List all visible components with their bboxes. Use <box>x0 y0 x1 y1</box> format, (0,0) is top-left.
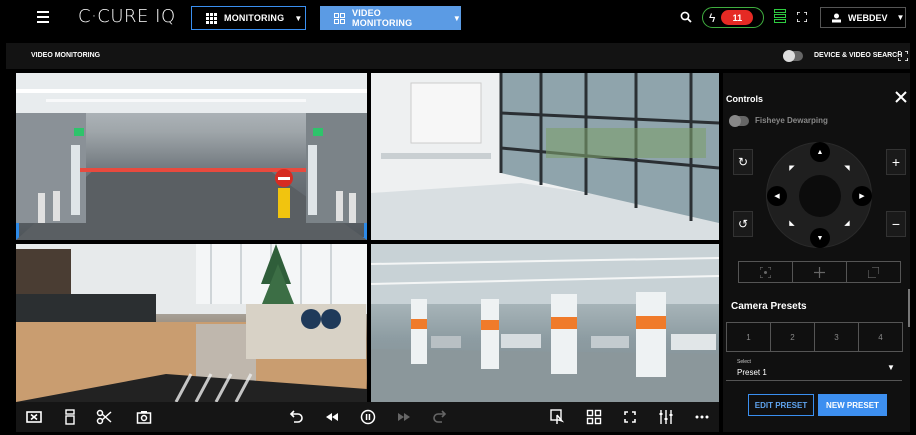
minus-icon: − <box>891 216 901 232</box>
grid-icon <box>206 12 217 24</box>
rotate-ccw-button[interactable]: ↺ <box>733 211 753 237</box>
export-button[interactable] <box>847 262 900 282</box>
glass-lobby-scene <box>371 73 719 240</box>
search-icon[interactable] <box>680 11 692 23</box>
video-monitoring-nav-button[interactable]: VIDEO MONITORING ▼ <box>320 6 461 30</box>
preset-button-1[interactable]: 1 <box>726 322 771 352</box>
preset-button-2[interactable]: 2 <box>770 322 815 352</box>
adjust-icon[interactable] <box>658 409 674 425</box>
monitoring-nav-label: MONITORING <box>224 13 285 23</box>
pan-down-right-icon[interactable]: ◢ <box>839 215 855 231</box>
move-button[interactable] <box>793 262 847 282</box>
device-search-label: DEVICE & VIDEO SEARCH <box>814 52 903 59</box>
parking-entrance-scene <box>16 73 367 240</box>
new-preset-button[interactable]: NEW PRESET <box>818 394 887 416</box>
redo-icon[interactable] <box>432 409 448 425</box>
layout-grid-icon[interactable] <box>586 409 602 425</box>
user-name: WEBDEV <box>848 12 888 23</box>
presets-title: Camera Presets <box>731 301 807 312</box>
focus-icon <box>760 266 771 278</box>
more-icon[interactable] <box>694 409 710 425</box>
rotate-cw-button[interactable]: ↻ <box>733 149 753 175</box>
chevron-down-icon: ▼ <box>896 13 905 22</box>
panel-scrollbar[interactable] <box>908 289 910 327</box>
preset-button-4[interactable]: 4 <box>858 322 903 352</box>
pan-up-right-icon[interactable]: ◥ <box>839 160 855 176</box>
close-icon[interactable] <box>895 91 907 103</box>
chevron-down-icon: ▼ <box>887 363 895 372</box>
video-tile-4[interactable] <box>371 244 719 402</box>
rotate-ccw-icon: ↺ <box>737 217 749 231</box>
edit-preset-button[interactable]: EDIT PRESET <box>748 394 814 416</box>
close-stream-icon[interactable] <box>26 409 42 425</box>
preset-button-3[interactable]: 3 <box>814 322 859 352</box>
pan-right-icon[interactable]: ▶ <box>852 186 872 206</box>
pan-left-icon[interactable]: ◀ <box>767 186 787 206</box>
touch-icon[interactable] <box>550 409 566 425</box>
user-icon <box>832 13 841 22</box>
video-tile-1[interactable] <box>16 73 367 240</box>
hamburger-icon[interactable] <box>37 11 49 23</box>
controls-panel: Controls Fisheye Dewarping ↻ ↺ + − ▲ ▼ ◀… <box>723 73 910 432</box>
pan-down-left-icon[interactable]: ◣ <box>784 215 800 231</box>
preset-buttons: 1 2 3 4 <box>726 322 903 352</box>
device-search-toggle[interactable] <box>783 50 803 62</box>
rewind-icon[interactable] <box>324 409 340 425</box>
snapshot-icon[interactable] <box>136 409 152 425</box>
preset-select-value: Preset 1 <box>737 368 767 377</box>
video-toolbar <box>16 402 719 432</box>
alarm-counter[interactable]: ϟ 11 <box>702 7 764 28</box>
pan-down-icon[interactable]: ▼ <box>810 228 830 248</box>
cut-icon[interactable] <box>96 409 112 425</box>
fullscreen-icon[interactable] <box>622 409 638 425</box>
alarm-count-badge: 11 <box>721 10 754 25</box>
zoom-in-button[interactable]: + <box>886 149 906 175</box>
pan-up-left-icon[interactable]: ◤ <box>784 160 800 176</box>
fisheye-toggle[interactable] <box>729 115 749 127</box>
plus-icon: + <box>891 154 901 170</box>
focus-button[interactable] <box>739 262 793 282</box>
fast-forward-icon[interactable] <box>396 409 412 425</box>
camera-device-icon[interactable] <box>62 409 78 425</box>
video-tile-3[interactable] <box>16 244 367 402</box>
expand-icon[interactable] <box>898 51 908 61</box>
rotate-cw-icon: ↻ <box>737 155 749 169</box>
preset-select-label: Select <box>737 359 751 365</box>
video-tile-2[interactable] <box>371 73 719 240</box>
controls-title: Controls <box>726 94 763 104</box>
page-title: VIDEO MONITORING <box>31 52 101 59</box>
user-menu[interactable]: WEBDEV ▼ <box>820 7 906 28</box>
pause-icon[interactable] <box>360 409 376 425</box>
undo-icon[interactable] <box>288 409 304 425</box>
top-bar: C·CURE IQ MONITORING ▼ VIDEO MONITORING … <box>0 0 916 34</box>
move-icon <box>814 266 825 278</box>
video-monitoring-nav-label: VIDEO MONITORING <box>352 8 413 28</box>
fisheye-label: Fisheye Dewarping <box>755 116 828 125</box>
ptz-joystick[interactable]: ▲ ▼ ◀ ▶ ◤ ◥ ◣ ◢ <box>766 142 872 248</box>
fullscreen-icon[interactable] <box>797 12 807 22</box>
chevron-down-icon: ▼ <box>294 13 303 23</box>
underground-parking-scene <box>371 244 719 402</box>
monitoring-nav-button[interactable]: MONITORING ▼ <box>191 6 306 30</box>
chevron-down-icon: ▼ <box>452 13 461 23</box>
video-grid <box>16 73 719 402</box>
bolt-icon: ϟ <box>709 10 716 25</box>
page-header: VIDEO MONITORING DEVICE & VIDEO SEARCH <box>6 43 910 69</box>
pan-up-icon[interactable]: ▲ <box>810 142 830 162</box>
export-icon <box>868 266 879 278</box>
hotel-reception-scene <box>16 244 367 402</box>
preset-select[interactable]: Select Preset 1 ▼ <box>726 355 902 381</box>
view-mode-group <box>738 261 901 283</box>
server-status-icon[interactable] <box>774 9 786 25</box>
dashboard-icon <box>334 12 345 24</box>
zoom-out-button[interactable]: − <box>886 211 906 237</box>
app-brand: C·CURE IQ <box>78 6 176 27</box>
joystick-center <box>799 175 841 217</box>
